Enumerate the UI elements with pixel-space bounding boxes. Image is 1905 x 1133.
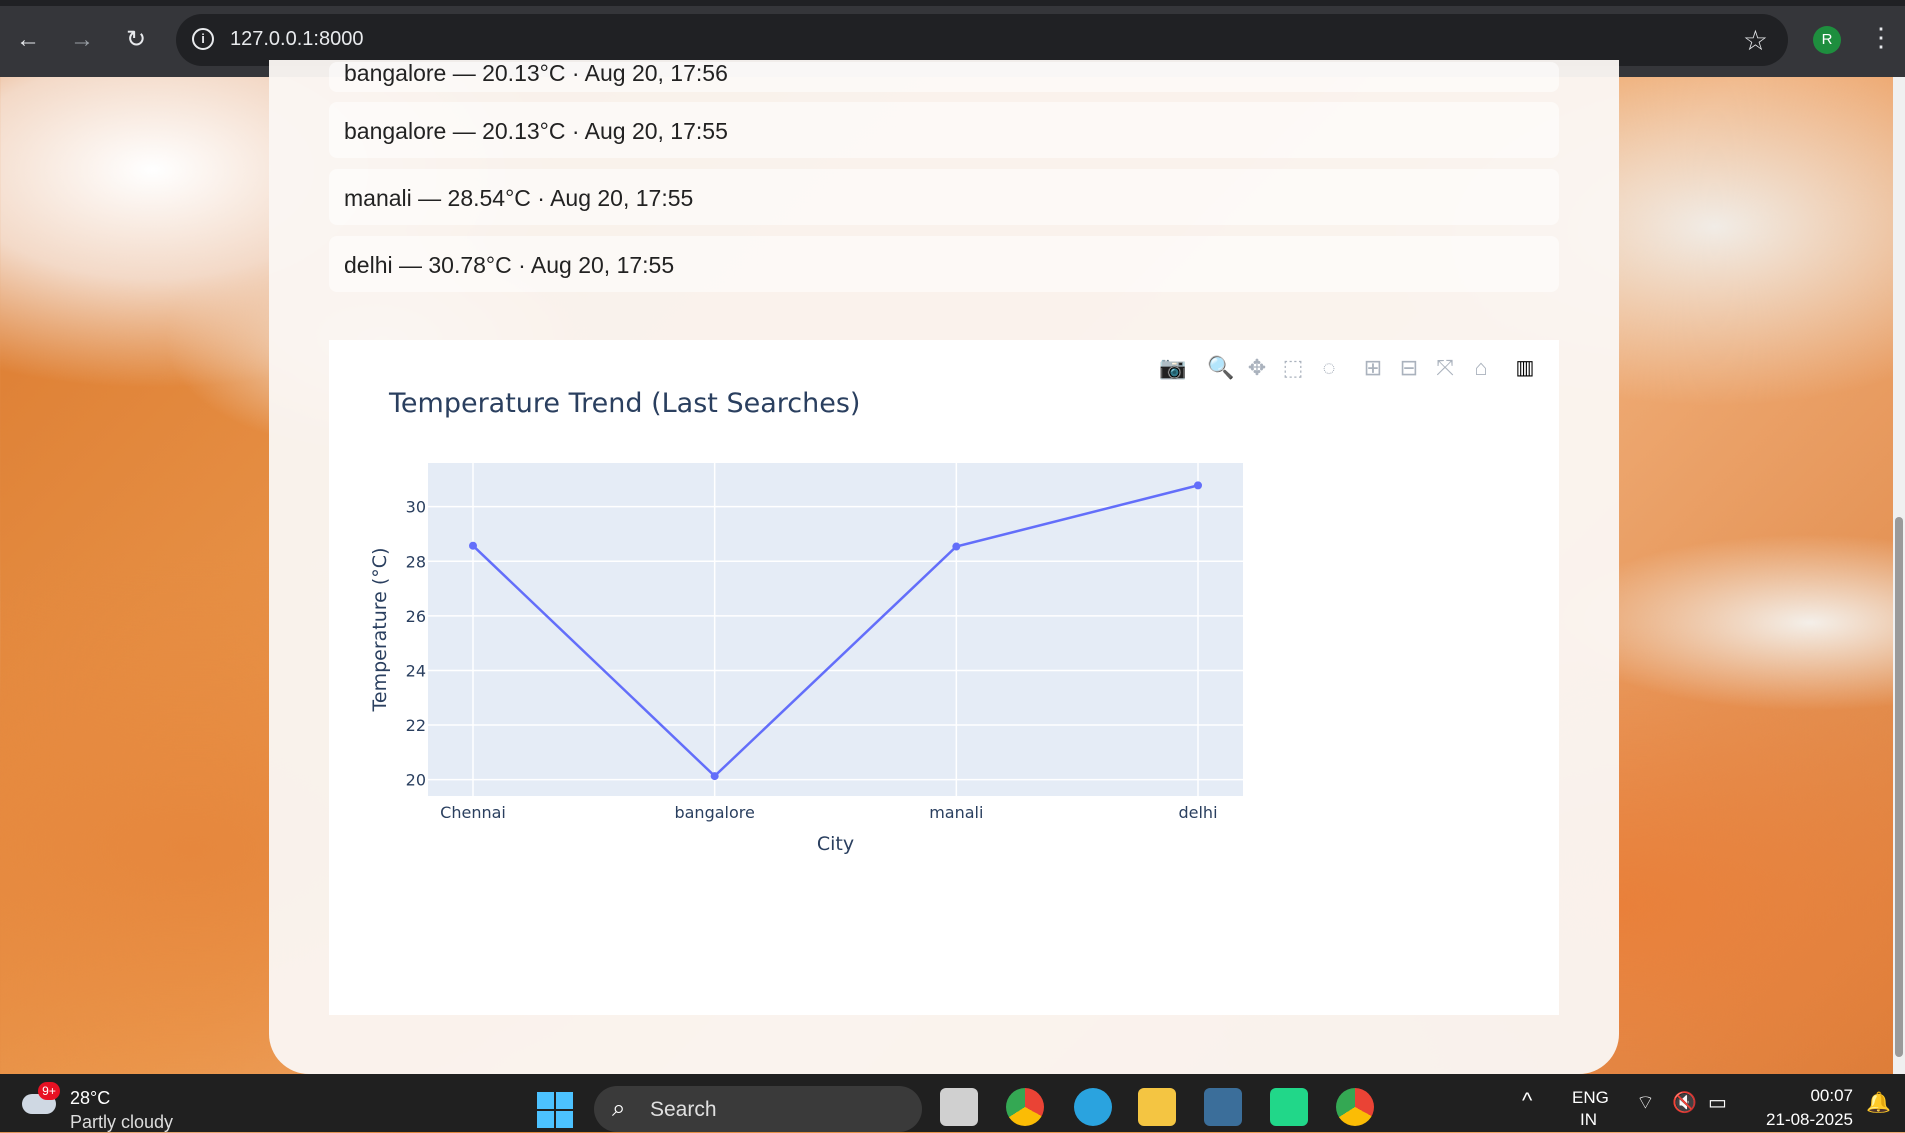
weather-temp[interactable]: 28°C [70, 1088, 110, 1109]
search-label: Search [650, 1098, 717, 1121]
telegram-icon[interactable] [1074, 1088, 1112, 1126]
battery-icon[interactable]: ▭ [1708, 1090, 1727, 1115]
y-tick-label: 30 [406, 498, 426, 517]
zoom-out-icon[interactable]: ⊟ [1395, 354, 1423, 382]
tab-strip [0, 0, 1905, 6]
zoom-in-icon[interactable]: ⊞ [1359, 354, 1387, 382]
history-item-text: delhi — 30.78°C · Aug 20, 17:55 [344, 252, 675, 278]
x-axis-title: City [817, 833, 854, 855]
camera-icon[interactable]: 📷 [1159, 354, 1187, 382]
chart-modebar: 📷 🔍 ✥ ⬚ ◌ ⊞ ⊟ ⤧ ⌂ ▥ [1159, 354, 1549, 382]
history-item[interactable]: bangalore — 20.13°C · Aug 20, 17:55 [329, 102, 1559, 158]
taskbar-search[interactable]: ⌕ Search [594, 1086, 922, 1132]
series-line [472, 484, 1199, 778]
chart-title: Temperature Trend (Last Searches) [389, 388, 861, 419]
weather-badge: 9+ [38, 1082, 60, 1100]
autoscale-icon[interactable]: ⤧ [1431, 354, 1459, 382]
forward-icon[interactable]: → [66, 24, 98, 56]
scrollbar-thumb[interactable] [1895, 517, 1903, 1057]
y-tick-label: 28 [406, 552, 426, 571]
history-item-text: bangalore — 20.13°C · Aug 20, 17:56 [344, 62, 728, 86]
back-icon[interactable]: ← [12, 24, 44, 56]
bookmark-star-icon[interactable]: ☆ [1743, 24, 1768, 57]
chart-plot: 20 22 24 26 28 30 Chennai bangalore manali delhi C… [369, 463, 1243, 855]
x-tick-label: manali [929, 803, 983, 822]
x-tick-label: bangalore [674, 803, 754, 822]
site-info-icon[interactable]: i [192, 28, 214, 50]
pycharm-icon[interactable] [1270, 1088, 1308, 1126]
wifi-icon[interactable]: ⌔ [1636, 1090, 1655, 1115]
history-item[interactable]: manali — 28.54°C · Aug 20, 17:55 [329, 169, 1559, 225]
profile-avatar[interactable]: R [1813, 26, 1841, 54]
main-card: bangalore — 20.13°C · Aug 20, 17:56 bang… [269, 60, 1619, 1074]
y-axis-title: Temperature (°C) [369, 548, 391, 713]
y-tick-label: 26 [406, 607, 426, 626]
x-tick-label: Chennai [440, 803, 506, 822]
history-item[interactable]: delhi — 30.78°C · Aug 20, 17:55 [329, 236, 1559, 292]
y-tick-label: 22 [406, 716, 426, 735]
reload-icon[interactable]: ↻ [120, 24, 152, 56]
windows-start-icon[interactable] [537, 1092, 573, 1128]
zoom-icon[interactable]: 🔍 [1207, 354, 1235, 382]
notification-bell-icon[interactable]: 🔔 [1866, 1090, 1891, 1115]
file-explorer-icon[interactable] [1138, 1088, 1176, 1126]
language-indicator[interactable]: ENG [1572, 1088, 1609, 1108]
plot-area [428, 463, 1243, 796]
x-tick-label: delhi [1178, 803, 1217, 822]
clock-date[interactable]: 21-08-2025 [1766, 1110, 1853, 1130]
region-indicator[interactable]: IN [1580, 1110, 1597, 1130]
data-point [469, 541, 477, 550]
mysql-workbench-icon[interactable] [1204, 1088, 1242, 1126]
y-tick-label: 20 [406, 771, 426, 790]
weather-desc[interactable]: Partly cloudy [70, 1112, 173, 1133]
history-item[interactable]: bangalore — 20.13°C · Aug 20, 17:56 [329, 62, 1559, 92]
windows-taskbar: 9+ 28°C Partly cloudy ⌕ Search ^ ENG IN … [0, 1074, 1905, 1132]
data-point [1194, 481, 1202, 490]
history-item-text: bangalore — 20.13°C · Aug 20, 17:55 [344, 118, 728, 144]
browser-menu-icon[interactable]: ⋮ [1868, 22, 1894, 52]
box-select-icon[interactable]: ⬚ [1279, 354, 1307, 382]
url-text[interactable]: 127.0.0.1:8000 [230, 28, 363, 51]
weather-icon[interactable]: 9+ [22, 1082, 60, 1116]
history-item-text: manali — 28.54°C · Aug 20, 17:55 [344, 185, 694, 211]
data-point [952, 542, 961, 551]
clock-time[interactable]: 00:07 [1810, 1086, 1853, 1106]
pan-icon[interactable]: ✥ [1243, 354, 1271, 382]
plotly-logo-icon[interactable]: ▥ [1511, 354, 1539, 382]
search-icon: ⌕ [612, 1095, 626, 1122]
y-tick-label: 24 [406, 661, 426, 680]
volume-muted-icon[interactable]: 🔇 [1672, 1090, 1697, 1115]
chrome-icon[interactable] [1006, 1088, 1044, 1126]
chevron-up-icon[interactable]: ^ [1522, 1088, 1532, 1114]
page-scrollbar[interactable] [1893, 77, 1905, 1074]
data-point [710, 772, 719, 781]
lasso-select-icon[interactable]: ◌ [1315, 354, 1343, 382]
task-view-icon[interactable] [940, 1088, 978, 1126]
chrome-profile-icon[interactable] [1336, 1088, 1374, 1126]
temperature-chart: 📷 🔍 ✥ ⬚ ◌ ⊞ ⊟ ⤧ ⌂ ▥ Temperature Trend (L… [329, 340, 1559, 1015]
address-bar[interactable]: i 127.0.0.1:8000 ☆ [176, 14, 1788, 66]
reset-axes-home-icon[interactable]: ⌂ [1467, 354, 1495, 382]
